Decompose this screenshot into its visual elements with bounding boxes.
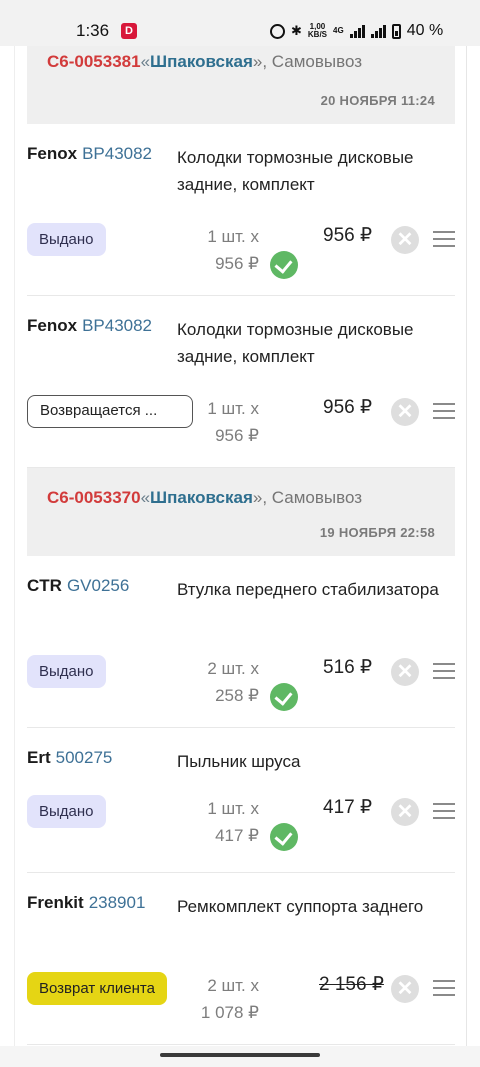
battery-level: 40 % [406,22,444,39]
item-brand-name: Fenox [27,316,78,335]
signal-icon-2 [370,24,386,38]
item-name: Колодки тормозные дисковые задние, компл… [177,320,414,366]
close-circle-icon[interactable]: ✕ [391,398,419,426]
order-title: С6-0053381«Шпаковская», Самовывоз [47,52,362,72]
home-gesture-handle[interactable] [160,1053,320,1057]
item-qty: 2 шт. х [207,976,259,995]
close-circle-icon[interactable]: ✕ [391,975,419,1003]
item-qty: 2 шт. х [207,659,259,678]
drag-handle-icon[interactable] [433,980,455,996]
item-total: 2 156 ₽ [319,974,384,995]
status-badge: Выдано [27,223,106,256]
navigation-bar [0,1046,480,1067]
bluetooth-icon: ✱ [291,23,302,38]
app-notification-icon: D [121,23,137,39]
item-brand-name: Frenkit [27,893,84,912]
item-total: 956 ₽ [323,225,373,246]
item-unit-price: 956 ₽ [215,254,259,273]
status-badge: Возврат клиента [27,972,167,1005]
order-id: С6-0053381 [47,52,141,71]
order-delivery-method: », Самовывоз [252,52,363,71]
order-id: С6-0053370 [47,488,141,507]
order-open-quote: « [140,488,151,507]
item-code[interactable]: BP43082 [82,144,152,163]
item-total: 516 ₽ [323,657,373,678]
order-store: Шпаковская [150,488,253,507]
item-code[interactable]: 238901 [89,893,146,912]
item-name: Пыльник шруса [177,752,301,771]
order-store: Шпаковская [150,52,253,71]
signal-icon [349,24,365,38]
close-circle-icon[interactable]: ✕ [391,798,419,826]
drag-handle-icon[interactable] [433,663,455,679]
check-circle-icon [270,683,298,711]
order-header[interactable]: С6-0053370«Шпаковская», Самовывоз 19 НОЯ… [27,468,455,556]
status-bar: 1:36 D ✱ 1,00 KB/S 4G 40 % [0,0,480,46]
battery-icon [391,23,401,39]
item-quantity: 1 шт. х 956 ₽ [199,395,259,449]
status-badge: Выдано [27,795,106,828]
drag-handle-icon[interactable] [433,231,455,247]
network-speed: 1,00 KB/S [308,23,327,39]
item-brand-name: CTR [27,576,62,595]
item-code[interactable]: BP43082 [82,316,152,335]
item-quantity: 1 шт. х 956 ₽ [199,223,259,277]
close-circle-icon[interactable]: ✕ [391,658,419,686]
order-item[interactable]: Fenox BP43082 Колодки тормозные дисковые … [27,296,455,468]
item-name: Втулка переднего стабилизатора [177,580,439,599]
item-unit-price: 258 ₽ [215,686,259,705]
item-name: Колодки тормозные дисковые задние, компл… [177,148,414,194]
item-name: Ремкомплект суппорта заднего [177,897,424,916]
order-item[interactable]: Frenkit 238901 Ремкомплект суппорта задне… [27,873,455,1045]
order-date: 20 НОЯБРЯ 11:24 [320,93,435,108]
item-qty: 1 шт. х [207,799,259,818]
status-badge: Выдано [27,655,106,688]
item-brand: Fenox BP43082 [27,144,152,164]
network-type: 4G [333,26,344,35]
item-unit-price: 1 078 ₽ [200,1003,259,1022]
item-unit-price: 956 ₽ [215,426,259,445]
item-total: 417 ₽ [323,797,373,818]
item-brand: Fenox BP43082 [27,316,152,336]
item-unit-price: 417 ₽ [215,826,259,845]
check-circle-icon [270,251,298,279]
order-date: 19 НОЯБРЯ 22:58 [319,525,435,540]
status-time: 1:36 [76,21,110,40]
order-title: С6-0053370«Шпаковская», Самовывоз [47,488,362,508]
alarm-icon [270,23,285,39]
item-brand: CTR GV0256 [27,576,129,596]
status-badge[interactable]: Возвращается ... [27,395,193,428]
drag-handle-icon[interactable] [433,403,455,419]
order-open-quote: « [140,52,151,71]
check-circle-icon [270,823,298,851]
order-item[interactable]: Ert 500275 Пыльник шруса Выдано 1 шт. х 41… [27,728,455,873]
orders-list[interactable]: С6-0053381«Шпаковская», Самовывоз 20 НОЯ… [14,46,467,1046]
item-qty: 1 шт. х [207,227,259,246]
drag-handle-icon[interactable] [433,803,455,819]
item-total: 956 ₽ [323,397,373,418]
close-circle-icon[interactable]: ✕ [391,226,419,254]
item-brand-name: Fenox [27,144,78,163]
order-item[interactable]: CTR GV0256 Втулка переднего стабилизатора… [27,556,455,728]
item-quantity: 2 шт. х 258 ₽ [199,655,259,709]
order-header[interactable]: С6-0053381«Шпаковская», Самовывоз 20 НОЯ… [27,46,455,124]
order-delivery-method: », Самовывоз [252,488,363,507]
item-code[interactable]: GV0256 [67,576,129,595]
network-speed-unit: KB/S [307,30,328,39]
item-brand-name: Ert [27,748,51,767]
status-icons: ✱ 1,00 KB/S 4G 40 % [270,20,443,42]
item-brand: Frenkit 238901 [27,893,145,913]
item-quantity: 1 шт. х 417 ₽ [199,795,259,849]
item-qty: 1 шт. х [207,399,259,418]
order-item[interactable]: Fenox BP43082 Колодки тормозные дисковые … [27,124,455,296]
item-quantity: 2 шт. х 1 078 ₽ [199,972,259,1026]
item-code[interactable]: 500275 [56,748,113,767]
item-brand: Ert 500275 [27,748,112,768]
